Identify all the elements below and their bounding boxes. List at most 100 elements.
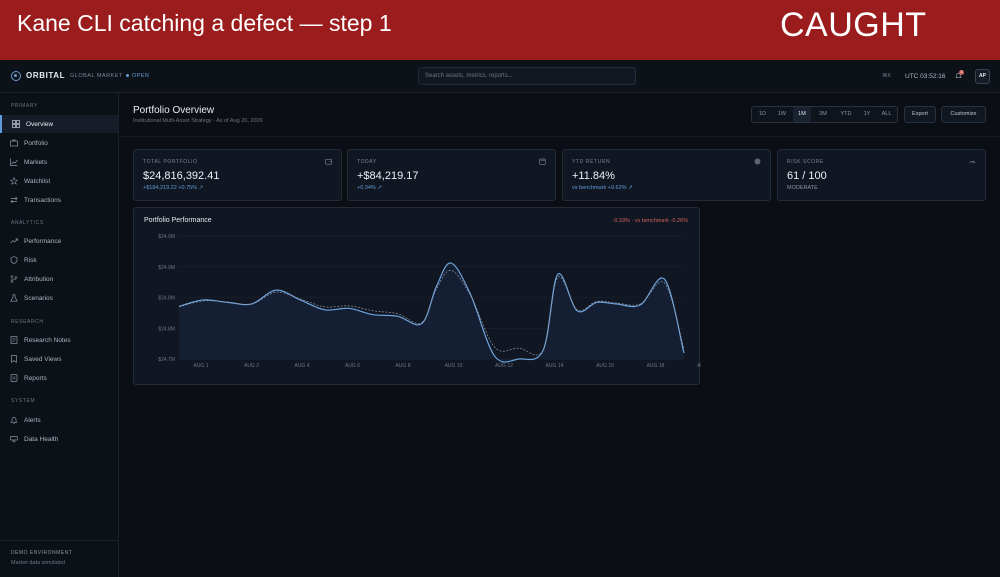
bell-icon xyxy=(10,417,18,424)
sidebar-item-markets[interactable]: Markets xyxy=(0,153,118,171)
app-logo[interactable]: ORBITAL xyxy=(26,71,65,80)
logo-icon xyxy=(11,71,21,81)
sidebar-item-data-health[interactable]: Data Health xyxy=(0,430,118,448)
customize-button[interactable]: Customize xyxy=(941,106,986,123)
star-icon xyxy=(10,177,18,185)
sidebar-item-label: Transactions xyxy=(24,196,61,204)
page-title: Portfolio Overview xyxy=(133,105,215,116)
notification-badge: 3 xyxy=(959,70,964,75)
banner-title: Kane CLI catching a defect — step 1 xyxy=(17,10,392,36)
sidebar-item-research-notes[interactable]: Research Notes xyxy=(0,331,118,349)
sidebar-section-primary: PRIMARY xyxy=(11,103,38,109)
performance-line-chart[interactable]: $24.9M $24.9M $24.8M $24.8M $24.7M AUG 1 AUG 2… xyxy=(134,208,701,386)
kpi-value: +11.84% xyxy=(572,170,615,182)
x-tick-label: AUG 1 xyxy=(193,363,208,369)
environment-title: DEMO ENVIRONMENT xyxy=(11,550,73,556)
kpi-label: RISK SCORE xyxy=(787,159,824,165)
kpi-card-today: TODAY +$84,219.17 +0.34% ↗ xyxy=(347,149,556,201)
x-tick-label: AUG 2 xyxy=(244,363,259,369)
x-tick-label: AUG 16 xyxy=(596,363,614,369)
kpi-label: TOTAL PORTFOLIO xyxy=(143,159,198,165)
market-label: GLOBAL MARKET xyxy=(70,72,123,79)
range-1y-button[interactable]: 1Y xyxy=(859,107,875,122)
kpi-label: YTD RETURN xyxy=(572,159,611,165)
sidebar-item-label: Watchlist xyxy=(24,177,51,185)
sidebar-section-analytics: ANALYTICS xyxy=(11,220,44,226)
circle-icon xyxy=(754,158,761,165)
sidebar-item-label: Portfolio xyxy=(24,139,48,147)
sidebar-item-portfolio[interactable]: Portfolio xyxy=(0,134,118,152)
range-1d-button[interactable]: 1D xyxy=(754,107,771,122)
range-1w-button[interactable]: 1W xyxy=(773,107,791,122)
defect-banner: Kane CLI catching a defect — step 1 CAUG… xyxy=(0,0,1000,60)
y-tick-label: $24.8M xyxy=(158,296,175,302)
sidebar-section-research: RESEARCH xyxy=(11,319,44,325)
kpi-delta: +$184,219.22 +0.75% ↗ xyxy=(143,185,204,191)
kpi-delta: MODERATE xyxy=(787,185,818,191)
range-all-button[interactable]: ALL xyxy=(877,107,896,122)
kpi-value: 61 / 100 xyxy=(787,170,827,182)
series-area-fill xyxy=(179,262,684,363)
sidebar-item-label: Performance xyxy=(24,237,62,245)
sidebar-item-risk[interactable]: Risk xyxy=(0,251,118,269)
sidebar-item-label: Scenarios xyxy=(24,294,53,302)
arrows-icon xyxy=(10,196,18,204)
sidebar-item-label: Reports xyxy=(24,374,47,382)
x-tick-label: AUG 20 xyxy=(697,363,701,369)
x-tick-label: AUG 6 xyxy=(345,363,360,369)
kpi-label: TODAY xyxy=(357,159,377,165)
page-subtitle: Institutional Multi-Asset Strategy · As … xyxy=(133,118,263,124)
market-status-dot-icon xyxy=(126,74,129,77)
kpi-delta: +0.34% ↗ xyxy=(357,185,382,191)
x-tick-label: AUG 18 xyxy=(647,363,665,369)
sidebar-item-label: Data Health xyxy=(24,435,59,443)
market-status: OPEN xyxy=(132,72,150,79)
line-chart-icon xyxy=(10,158,18,166)
kpi-delta: vs benchmark +9.62% ↗ xyxy=(572,185,633,191)
sidebar-item-reports[interactable]: Reports xyxy=(0,369,118,387)
sidebar-item-saved-views[interactable]: Saved Views xyxy=(0,350,118,368)
range-ytd-button[interactable]: YTD xyxy=(835,107,857,122)
sidebar-item-scenarios[interactable]: Scenarios xyxy=(0,289,118,307)
sidebar-item-performance[interactable]: Performance xyxy=(0,232,118,250)
kpi-value: $24,816,392.41 xyxy=(143,170,220,182)
shield-icon xyxy=(10,256,18,264)
x-tick-label: AUG 14 xyxy=(546,363,564,369)
header-divider xyxy=(119,136,1000,137)
database-icon xyxy=(10,436,18,443)
sidebar-item-transactions[interactable]: Transactions xyxy=(0,191,118,209)
y-tick-label: $24.9M xyxy=(158,234,175,240)
sidebar-item-attribution[interactable]: Attribution xyxy=(0,270,118,288)
y-tick-label: $24.8M xyxy=(158,326,175,332)
portfolio-performance-panel: Portfolio Performance -0.33% · vs benchm… xyxy=(133,207,701,386)
flask-icon xyxy=(10,294,18,302)
shortcut-hint: ⌘K xyxy=(882,73,892,79)
sidebar-item-label: Risk xyxy=(24,256,37,264)
y-tick-label: $24.9M xyxy=(158,265,175,271)
x-tick-label: AUG 12 xyxy=(495,363,513,369)
user-avatar[interactable]: AP xyxy=(975,69,990,84)
kpi-card-total-portfolio: TOTAL PORTFOLIO $24,816,392.41 +$184,219… xyxy=(133,149,342,201)
sidebar-item-watchlist[interactable]: Watchlist xyxy=(0,172,118,190)
export-button[interactable]: Export xyxy=(904,106,936,123)
kpi-value: +$84,219.17 xyxy=(357,170,419,182)
environment-subtitle: Market data simulated xyxy=(11,560,66,566)
sidebar-item-label: Research Notes xyxy=(24,336,71,344)
kpi-card-ytd-return: YTD RETURN +11.84% vs benchmark +9.62% ↗ xyxy=(562,149,771,201)
search-placeholder: Search assets, metrics, reports... xyxy=(425,73,513,79)
x-tick-label: AUG 10 xyxy=(445,363,463,369)
grid-icon xyxy=(12,120,20,128)
bookmark-icon xyxy=(11,355,17,363)
search-input[interactable]: Search assets, metrics, reports... xyxy=(418,67,636,85)
y-tick-label: $24.7M xyxy=(158,357,175,363)
range-1m-button[interactable]: 1M xyxy=(793,107,811,122)
branch-icon xyxy=(10,275,18,283)
sidebar-item-label: Overview xyxy=(26,120,54,128)
sidebar-divider xyxy=(0,540,118,541)
sidebar-section-system: SYSTEM xyxy=(11,398,36,404)
sidebar-item-alerts[interactable]: Alerts xyxy=(0,411,118,429)
calendar-icon xyxy=(539,158,546,165)
sidebar-item-overview[interactable]: Overview xyxy=(0,115,118,133)
banner-status: CAUGHT xyxy=(780,6,927,44)
range-3m-button[interactable]: 3M xyxy=(813,107,833,122)
